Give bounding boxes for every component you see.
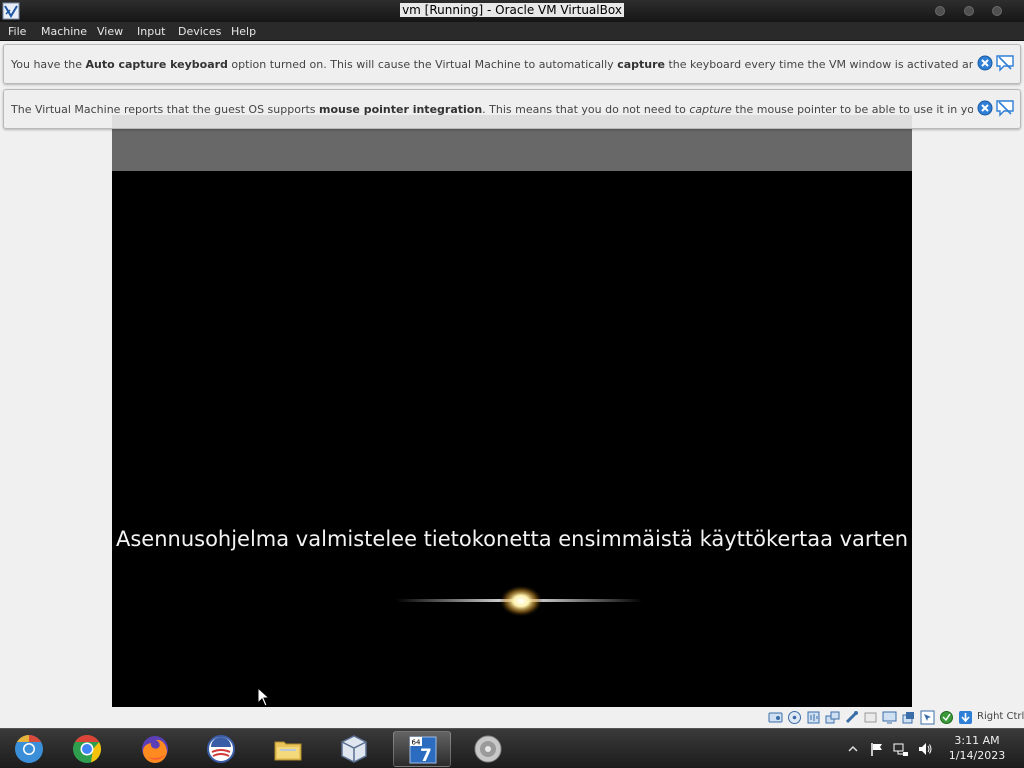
chrome-icon (73, 735, 102, 763)
audio-icon[interactable] (806, 710, 821, 725)
taskbar-virtualbox[interactable] (325, 731, 383, 767)
taskbar-obama-app[interactable] (192, 731, 250, 767)
window-title: vm [Running] - Oracle VM VirtualBox (400, 3, 624, 17)
taskbar-win7-64-tool[interactable]: 64 7 (393, 731, 451, 767)
taskbar-speaker-app[interactable] (459, 731, 517, 767)
display-icon[interactable] (882, 710, 897, 725)
menu-help[interactable]: Help (231, 25, 256, 38)
host-key-label[interactable]: Right Ctrl (977, 711, 1024, 722)
shared-folders-icon[interactable] (863, 710, 878, 725)
close-notice-icon[interactable] (977, 100, 993, 116)
video-capture-icon[interactable] (901, 710, 916, 725)
hard-disk-icon[interactable] (768, 710, 783, 725)
menu-view[interactable]: View (97, 25, 123, 38)
taskbar-clock[interactable]: 3:11 AM 1/14/2023 (944, 733, 1010, 763)
mouse-integration-icon[interactable] (920, 710, 935, 725)
action-center-flag-icon[interactable] (869, 741, 885, 757)
show-hidden-icons-icon[interactable] (845, 741, 861, 757)
chromium-icon (15, 735, 43, 763)
window-title-bar[interactable]: vm [Running] - Oracle VM VirtualBox (0, 0, 1024, 22)
taskbar-file-explorer[interactable] (259, 731, 317, 767)
taskbar-chrome[interactable] (58, 731, 116, 767)
auto-capture-keyboard-notice: You have the Auto capture keyboard optio… (3, 44, 1021, 84)
mouse-cursor-icon (257, 687, 271, 707)
optical-drive-icon[interactable] (787, 710, 802, 725)
vm-display-area[interactable]: Asennusohjelma valmistelee tietokonetta … (0, 41, 1024, 715)
vm-status-bar: Right Ctrl (0, 707, 1024, 728)
usb-icon[interactable] (844, 710, 859, 725)
guest-screen[interactable]: Asennusohjelma valmistelee tietokonetta … (112, 115, 912, 715)
menu-machine[interactable]: Machine (41, 25, 87, 38)
obama-logo-icon (207, 735, 235, 763)
notice-text: The Virtual Machine reports that the gue… (11, 103, 973, 116)
recording-icon[interactable] (939, 710, 954, 725)
clock-time: 3:11 AM (954, 734, 1000, 747)
do-not-show-again-icon[interactable] (995, 54, 1015, 72)
download-icon[interactable] (958, 710, 973, 725)
clock-date: 1/14/2023 (948, 749, 1006, 762)
notice-text: You have the Auto capture keyboard optio… (11, 58, 973, 71)
menu-bar: File Machine View Input Devices Help (0, 22, 1024, 41)
taskbar-chromium[interactable] (0, 731, 58, 767)
virtualbox-icon (341, 735, 367, 763)
taskbar-firefox[interactable] (126, 731, 184, 767)
win7-64-icon: 64 7 (409, 736, 437, 766)
menu-devices[interactable]: Devices (178, 25, 221, 38)
windows-boot-glow (395, 585, 643, 617)
network-icon[interactable] (825, 710, 840, 725)
svg-text:7: 7 (420, 746, 432, 766)
close-button[interactable] (992, 6, 1002, 16)
taskbar: 64 7 3:11 AM 1/14/2023 (0, 728, 1024, 768)
speaker-icon (474, 735, 502, 763)
folder-icon (274, 741, 302, 761)
firefox-icon (142, 736, 168, 763)
do-not-show-again-icon[interactable] (995, 99, 1015, 117)
network-tray-icon[interactable] (893, 741, 909, 757)
maximize-button[interactable] (964, 6, 974, 16)
setup-status-text: Asennusohjelma valmistelee tietokonetta … (115, 527, 909, 551)
volume-icon[interactable] (917, 741, 933, 757)
mouse-integration-notice: The Virtual Machine reports that the gue… (3, 89, 1021, 129)
minimize-button[interactable] (935, 6, 945, 16)
menu-file[interactable]: File (8, 25, 26, 38)
close-notice-icon[interactable] (977, 55, 993, 71)
menu-input[interactable]: Input (137, 25, 165, 38)
